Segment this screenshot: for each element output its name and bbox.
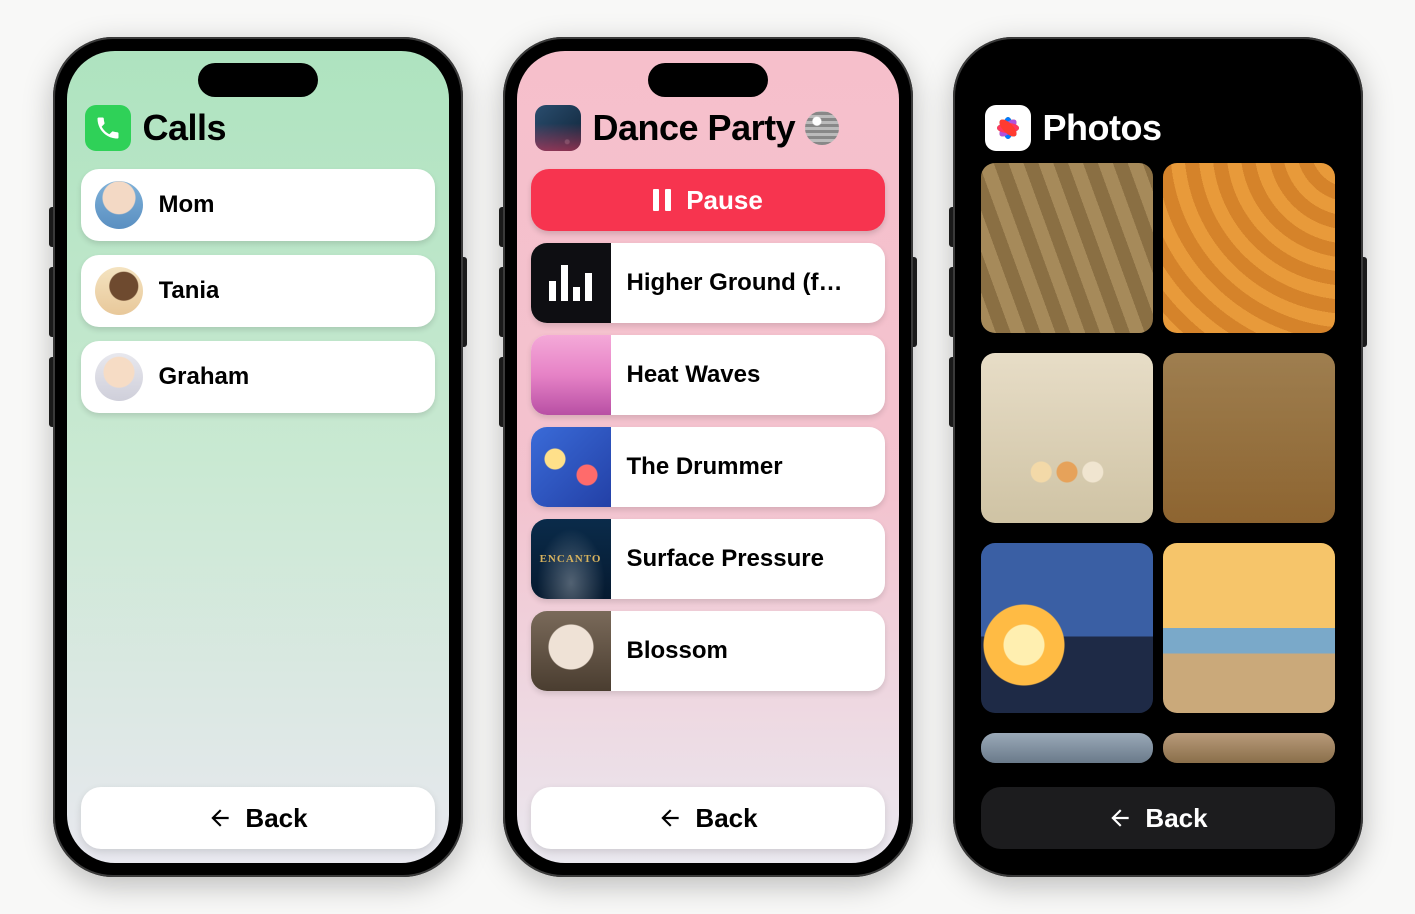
song-row[interactable]: Higher Ground (f…: [531, 243, 885, 323]
photo-tile[interactable]: [1163, 543, 1335, 713]
song-row[interactable]: The Drummer: [531, 427, 885, 507]
back-button[interactable]: Back: [981, 787, 1335, 849]
album-art: ENCANTO: [531, 519, 611, 599]
phone-icon: [94, 114, 122, 142]
playlist-art-icon: [535, 105, 581, 151]
song-row[interactable]: Blossom: [531, 611, 885, 691]
pause-icon: [652, 188, 672, 212]
album-art: [531, 335, 611, 415]
phone-app-icon: [85, 105, 131, 151]
phone-frame-photos: Photos Back: [953, 37, 1363, 877]
encanto-text: ENCANTO: [540, 553, 602, 565]
contact-name: Mom: [159, 191, 215, 219]
album-art: [531, 427, 611, 507]
phone-frame-music: Dance Party Pause Higher Ground (f… Heat…: [503, 37, 913, 877]
back-button[interactable]: Back: [531, 787, 885, 849]
avatar: [95, 267, 143, 315]
contact-row[interactable]: Tania: [81, 255, 435, 327]
photos-flower-icon: [991, 111, 1025, 145]
album-art: [531, 243, 611, 323]
avatar: [95, 353, 143, 401]
photo-tile[interactable]: [1163, 163, 1335, 333]
arrow-left-icon: [1107, 805, 1133, 831]
disco-ball-icon: [805, 111, 839, 145]
photos-grid: [967, 163, 1349, 773]
dynamic-island: [198, 63, 318, 97]
contact-name: Graham: [159, 363, 250, 391]
back-bar: Back: [517, 773, 899, 863]
page-title: Dance Party: [593, 107, 796, 149]
song-row[interactable]: ENCANTO Surface Pressure: [531, 519, 885, 599]
contact-row[interactable]: Mom: [81, 169, 435, 241]
screen-calls: Calls Mom Tania Graham Back: [67, 51, 449, 863]
dynamic-island: [1098, 63, 1218, 97]
equalizer-icon: [549, 265, 592, 301]
song-title: Heat Waves: [611, 361, 771, 389]
arrow-left-icon: [657, 805, 683, 831]
avatar: [95, 181, 143, 229]
photo-tile[interactable]: [981, 543, 1153, 713]
pause-label: Pause: [686, 185, 763, 216]
back-bar: Back: [967, 773, 1349, 863]
contact-name: Tania: [159, 277, 220, 305]
photo-tile[interactable]: [1163, 733, 1335, 763]
back-label: Back: [245, 803, 307, 834]
back-label: Back: [695, 803, 757, 834]
back-button[interactable]: Back: [81, 787, 435, 849]
song-title: Blossom: [611, 637, 738, 665]
album-art: [531, 611, 611, 691]
page-title: Photos: [1043, 107, 1162, 149]
photo-tile[interactable]: [981, 733, 1153, 763]
photo-tile[interactable]: [981, 163, 1153, 333]
pause-button[interactable]: Pause: [531, 169, 885, 231]
song-title: Higher Ground (f…: [611, 269, 853, 297]
photo-tile[interactable]: [981, 353, 1153, 523]
photos-app-icon: [985, 105, 1031, 151]
photo-tile[interactable]: [1163, 353, 1335, 523]
song-row[interactable]: Heat Waves: [531, 335, 885, 415]
song-title: Surface Pressure: [611, 545, 834, 573]
back-bar: Back: [67, 773, 449, 863]
contact-row[interactable]: Graham: [81, 341, 435, 413]
phone-frame-calls: Calls Mom Tania Graham Back: [53, 37, 463, 877]
arrow-left-icon: [207, 805, 233, 831]
screen-photos: Photos Back: [967, 51, 1349, 863]
contacts-list: Mom Tania Graham: [67, 163, 449, 773]
song-title: The Drummer: [611, 453, 793, 481]
dynamic-island: [648, 63, 768, 97]
back-label: Back: [1145, 803, 1207, 834]
music-content: Pause Higher Ground (f… Heat Waves The D…: [517, 163, 899, 773]
screen-music: Dance Party Pause Higher Ground (f… Heat…: [517, 51, 899, 863]
page-title: Calls: [143, 107, 227, 149]
